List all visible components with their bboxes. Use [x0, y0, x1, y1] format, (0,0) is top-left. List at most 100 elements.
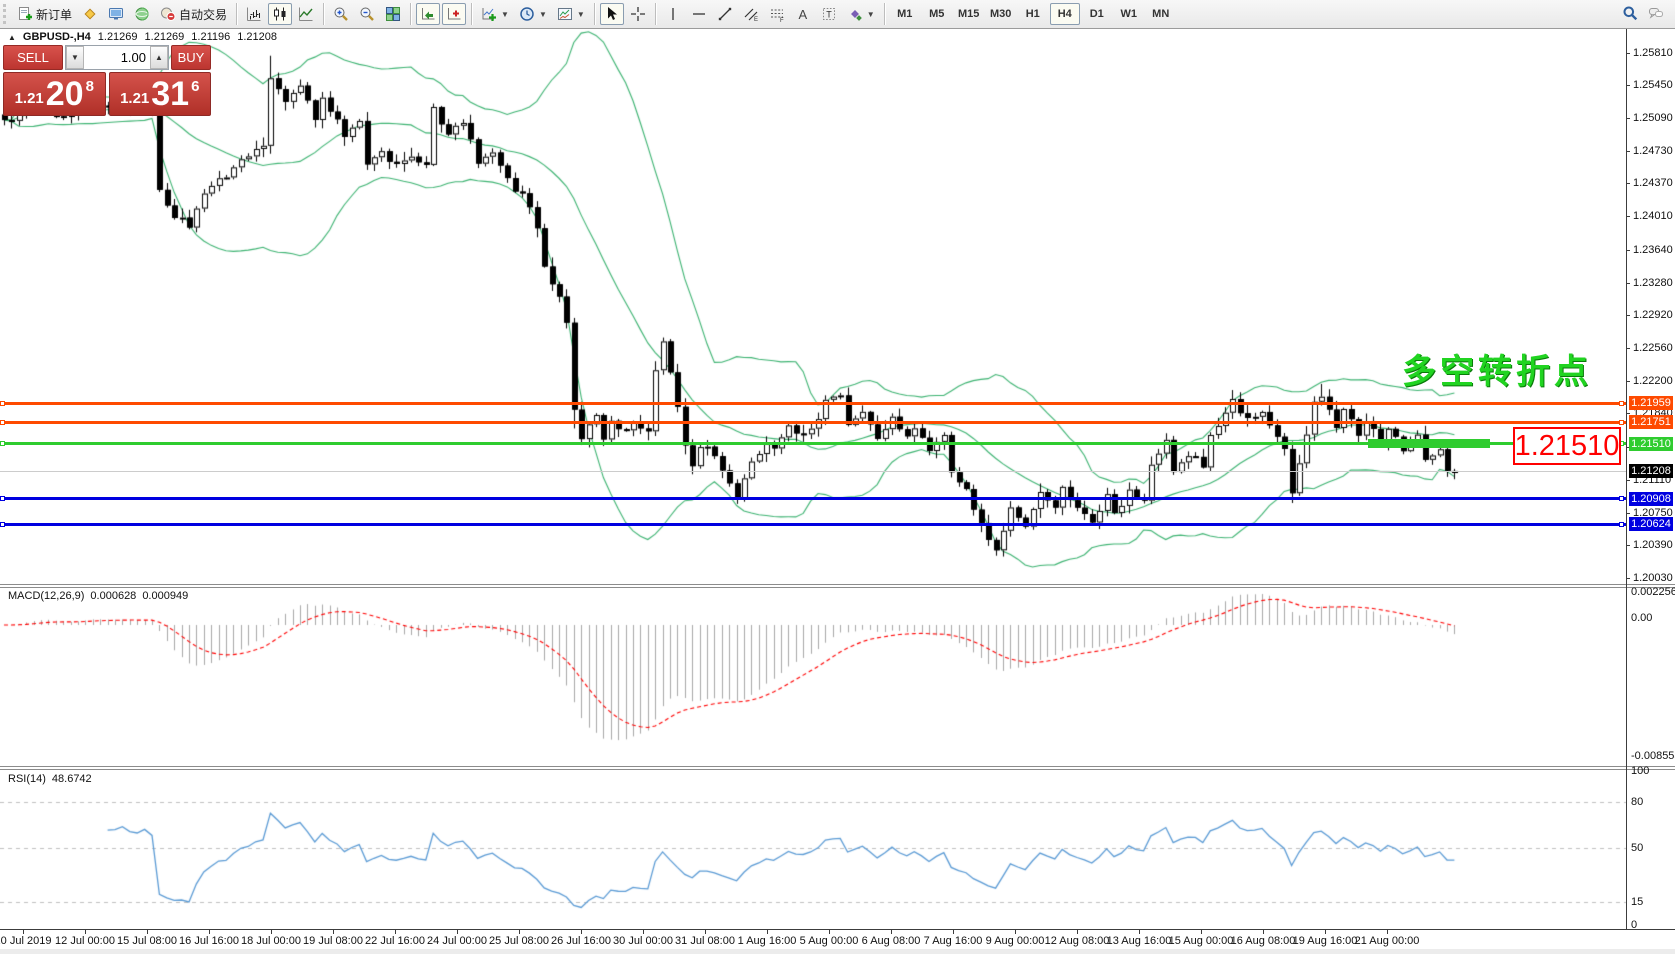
periods-dropdown-button[interactable]: ▼ [515, 3, 551, 25]
rsi-axis-label-100: 100 [1631, 765, 1649, 777]
price-tick-label: 1.20390 [1633, 539, 1673, 551]
chart-shift-button[interactable] [442, 3, 466, 25]
tile-windows-button[interactable] [381, 3, 405, 25]
clock-icon [519, 6, 535, 22]
bar-chart-button[interactable] [242, 3, 266, 25]
time-tick-label: 31 Jul 08:00 [675, 935, 735, 947]
price-tick-mark [1626, 53, 1630, 54]
timeframe-h4[interactable]: H4 [1050, 3, 1080, 25]
text-tool-button[interactable]: A [791, 3, 815, 25]
line-chart-button[interactable] [294, 3, 318, 25]
search-button[interactable] [1618, 2, 1642, 24]
time-tick-mark [209, 930, 210, 934]
metaeditor-button[interactable] [78, 3, 102, 25]
chart-ohlc-header: ▲ GBPUSD-,H4 1.21269 1.21269 1.21196 1.2… [8, 31, 277, 43]
chat-button[interactable] [1644, 2, 1668, 24]
line-anchor-square[interactable] [0, 401, 5, 406]
search-icon [1622, 5, 1638, 21]
shapes-dropdown-button[interactable]: ▼ [843, 3, 879, 25]
zoom-out-button[interactable] [355, 3, 379, 25]
sell-button[interactable]: SELL [3, 45, 63, 70]
indicators-dropdown-button[interactable]: ▼ [477, 3, 513, 25]
sell-quote-tile[interactable]: 1.21 20 8 [3, 72, 106, 116]
time-axis[interactable]: 10 Jul 201912 Jul 00:0015 Jul 08:0016 Ju… [0, 929, 1675, 949]
channel-tool-button[interactable]: E [739, 3, 763, 25]
time-tick-mark [85, 930, 86, 934]
toolbar-grip[interactable] [3, 4, 9, 24]
time-tick-label: 15 Aug 00:00 [1169, 935, 1234, 947]
toolbar-separator [471, 3, 472, 25]
price-tick-mark [1626, 348, 1630, 349]
time-tick-mark [829, 930, 830, 934]
time-tick-mark [395, 930, 396, 934]
horizontal-line-1.20908 [0, 497, 1626, 500]
line-anchor-square [1619, 420, 1624, 425]
price-line-badge: 1.21751 [1629, 415, 1673, 429]
auto-scroll-button[interactable] [416, 3, 440, 25]
toolbar-separator [884, 3, 885, 25]
macd-axis-zero: 0.00 [1631, 612, 1652, 624]
horizontal-line-icon [691, 6, 707, 22]
price-tick-label: 1.24370 [1633, 177, 1673, 189]
candlestick-chart-button[interactable] [268, 3, 292, 25]
signals-button[interactable] [130, 3, 154, 25]
timeframe-m5[interactable]: M5 [922, 3, 952, 25]
timeframe-m30[interactable]: M30 [986, 3, 1016, 25]
price-tick-mark [1626, 85, 1630, 86]
macd-rsi-splitter[interactable] [0, 766, 1675, 770]
line-anchor-square[interactable] [0, 420, 5, 425]
buy-quote-tile[interactable]: 1.21 31 6 [109, 72, 212, 116]
timeframe-m15[interactable]: M15 [954, 3, 984, 25]
main-chart-canvas[interactable] [0, 28, 1626, 584]
line-anchor-square[interactable] [0, 496, 5, 501]
toolbar-separator [323, 3, 324, 25]
rsi-panel-canvas[interactable] [0, 769, 1626, 929]
time-tick-label: 30 Jul 00:00 [613, 935, 673, 947]
line-anchor-square[interactable] [0, 522, 5, 527]
crosshair-tool-button[interactable] [626, 3, 650, 25]
templates-dropdown-button[interactable]: ▼ [553, 3, 589, 25]
price-line-badge: 1.21510 [1629, 437, 1673, 451]
terminal-button[interactable] [104, 3, 128, 25]
svg-text:E: E [754, 17, 758, 22]
time-tick-label: 26 Jul 16:00 [551, 935, 611, 947]
svg-text:F: F [780, 18, 784, 22]
collapse-triangle-icon[interactable]: ▲ [8, 33, 16, 42]
cursor-tool-button[interactable] [600, 3, 624, 25]
horizontal-line-tool-button[interactable] [687, 3, 711, 25]
time-tick-mark [1325, 930, 1326, 934]
volume-up-button[interactable]: ▲ [150, 46, 168, 69]
rsi-axis-label-50: 50 [1631, 842, 1643, 854]
time-tick-mark [705, 930, 706, 934]
sell-price-main: 20 [46, 77, 84, 111]
time-tick-label: 16 Jul 16:00 [179, 935, 239, 947]
autotrading-icon [160, 6, 176, 22]
buy-button[interactable]: BUY [171, 45, 211, 70]
timeframe-d1[interactable]: D1 [1082, 3, 1112, 25]
time-tick-label: 18 Jul 00:00 [241, 935, 301, 947]
timeframe-h1[interactable]: H1 [1018, 3, 1048, 25]
trendline-tool-button[interactable] [713, 3, 737, 25]
label-tool-button[interactable]: T [817, 3, 841, 25]
timeframe-m1[interactable]: M1 [890, 3, 920, 25]
indicators-icon [481, 6, 497, 22]
line-anchor-square[interactable] [0, 441, 5, 446]
autotrading-button[interactable]: 自动交易 [156, 3, 231, 25]
new-order-button[interactable]: 新订单 [13, 3, 76, 25]
fibonacci-tool-button[interactable]: F [765, 3, 789, 25]
timeframe-mn[interactable]: MN [1146, 3, 1176, 25]
macd-panel-canvas[interactable] [0, 586, 1626, 767]
volume-down-button[interactable]: ▼ [66, 46, 84, 69]
line-anchor-square [1619, 522, 1624, 527]
timeframe-w1[interactable]: W1 [1114, 3, 1144, 25]
zoom-in-icon [333, 6, 349, 22]
price-tick-mark [1626, 315, 1630, 316]
chart-macd-splitter[interactable] [0, 584, 1675, 588]
sell-price-pip: 8 [86, 78, 94, 95]
zoom-in-button[interactable] [329, 3, 353, 25]
ohlc-close: 1.21208 [237, 31, 277, 43]
time-tick-label: 24 Jul 00:00 [427, 935, 487, 947]
price-line-badge: 1.21208 [1629, 464, 1673, 478]
vertical-line-tool-button[interactable] [661, 3, 685, 25]
volume-input[interactable] [84, 46, 150, 69]
